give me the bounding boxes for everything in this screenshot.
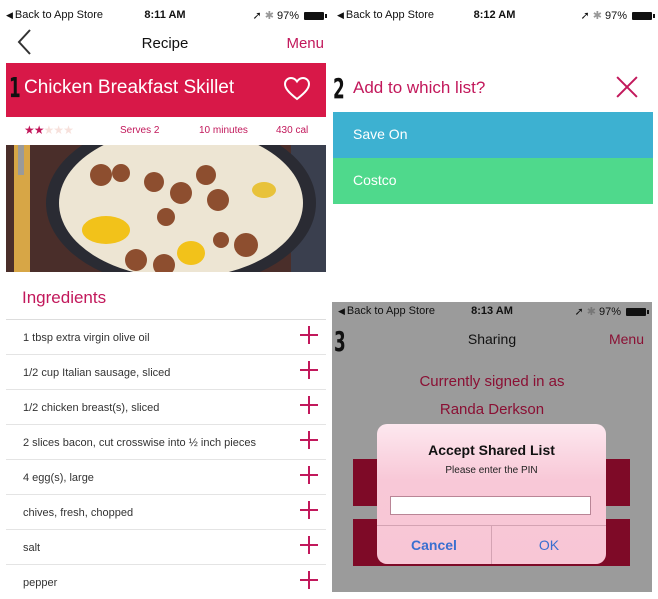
- bluetooth-icon: ✱: [586, 306, 596, 318]
- user-name: Randa Derkson: [439, 401, 545, 418]
- status-right: ➚ ✱ 97%: [574, 305, 649, 318]
- star-filled-icon: ★: [33, 123, 45, 137]
- ingredient-row: 2 slices bacon, cut crosswise into ½ inc…: [6, 425, 326, 460]
- status-bar: ◀ Back to App Store 8:11 AM ➚ ✱ 97%: [0, 0, 330, 30]
- ingredient-text: 4 egg(s), large: [23, 472, 94, 484]
- ingredient-row: pepper: [6, 565, 326, 599]
- ok-button[interactable]: OK: [491, 526, 606, 564]
- star-empty-icon: ★: [53, 123, 64, 137]
- ingredient-row: 1 tbsp extra virgin olive oil: [6, 320, 326, 355]
- add-ingredient-plus-icon[interactable]: [300, 396, 318, 414]
- favorite-heart-icon[interactable]: [283, 76, 311, 106]
- list-option-label: Costco: [353, 172, 397, 188]
- ingredient-text: 1/2 chicken breast(s), sliced: [23, 402, 160, 414]
- add-to-list-title: Add to which list?: [353, 78, 486, 97]
- recipe-photo: [6, 145, 326, 272]
- signed-in-label: Currently signed in as: [419, 373, 565, 390]
- recipe-title: Chicken Breakfast Skillet: [24, 77, 235, 98]
- star-empty-icon: ★: [63, 123, 74, 137]
- ingredient-text: salt: [23, 542, 41, 554]
- alert-message: Please enter the PIN: [445, 465, 538, 476]
- add-to-list-screen: ◀ Back to App Store 8:12 AM ➚ ✱ 97% 2 Add…: [331, 0, 658, 298]
- battery-icon: [626, 307, 649, 316]
- list-option-costco[interactable]: Costco: [333, 158, 653, 204]
- location-icon: ➚: [580, 10, 590, 22]
- ingredient-row: chives, fresh, chopped: [6, 495, 326, 530]
- battery-percent: 97%: [598, 305, 621, 318]
- menu-button[interactable]: Menu: [286, 35, 324, 52]
- serves: Serves 2: [120, 125, 160, 136]
- add-ingredient-plus-icon[interactable]: [300, 536, 318, 554]
- cook-time: 10 minutes: [199, 125, 248, 136]
- list-option-save-on[interactable]: Save On: [333, 112, 653, 158]
- sharing-screen: ◀ Back to App Store 8:13 AM ➚ ✱ 97% 3 Sha…: [332, 302, 652, 592]
- add-ingredient-plus-icon[interactable]: [300, 361, 318, 379]
- bluetooth-icon: ✱: [264, 10, 274, 22]
- nav-title: Recipe: [141, 35, 189, 52]
- location-icon: ➚: [252, 10, 262, 22]
- menu-button[interactable]: Menu: [609, 331, 644, 347]
- accept-shared-list-alert: Accept Shared List Please enter the PIN …: [377, 424, 606, 564]
- star-filled-icon: ★: [24, 123, 35, 137]
- battery-icon: [304, 11, 327, 20]
- ingredient-text: chives, fresh, chopped: [23, 507, 134, 519]
- add-ingredient-plus-icon[interactable]: [300, 326, 318, 344]
- calories: 430 cal: [276, 125, 309, 136]
- ingredient-row: 4 egg(s), large: [6, 460, 326, 495]
- bluetooth-icon: ✱: [592, 10, 602, 22]
- ingredients-list: 1 tbsp extra virgin olive oil 1/2 cup Ita…: [6, 319, 326, 599]
- status-right: ➚ ✱ 97%: [252, 9, 327, 22]
- battery-percent: 97%: [276, 9, 299, 22]
- battery-percent: 97%: [604, 9, 627, 22]
- ingredient-row: 1/2 chicken breast(s), sliced: [6, 390, 326, 425]
- list-option-label: Save On: [353, 126, 408, 142]
- recipe-screen: ◀ Back to App Store 8:11 AM ➚ ✱ 97% Recip…: [0, 0, 330, 599]
- add-ingredient-plus-icon[interactable]: [300, 466, 318, 484]
- add-ingredient-plus-icon[interactable]: [300, 431, 318, 449]
- star-rating: ★★★★★: [24, 123, 74, 137]
- cancel-button[interactable]: Cancel: [377, 526, 491, 564]
- step-number: 1: [9, 71, 21, 104]
- ingredient-text: pepper: [23, 577, 58, 589]
- ingredient-text: 1/2 cup Italian sausage, sliced: [23, 367, 171, 379]
- ingredients-heading: Ingredients: [22, 288, 107, 307]
- nav-bar: Recipe Menu: [0, 28, 330, 60]
- recipe-meta: ★★★★★ Serves 2 10 minutes 430 cal: [0, 122, 330, 140]
- ingredient-row: 1/2 cup Italian sausage, sliced: [6, 355, 326, 390]
- alert-buttons: Cancel OK: [377, 525, 606, 564]
- pin-input[interactable]: [390, 496, 591, 515]
- ingredient-row: salt: [6, 530, 326, 565]
- ingredient-text: 2 slices bacon, cut crosswise into ½ inc…: [23, 437, 256, 449]
- alert-title: Accept Shared List: [428, 442, 555, 458]
- battery-icon: [632, 11, 655, 20]
- step-number: 2: [333, 72, 345, 105]
- star-empty-icon: ★: [43, 123, 55, 137]
- add-ingredient-plus-icon[interactable]: [300, 571, 318, 589]
- recipe-header: 1 Chicken Breakfast Skillet: [6, 63, 326, 117]
- ingredient-text: 1 tbsp extra virgin olive oil: [23, 332, 150, 344]
- status-right: ➚ ✱ 97%: [580, 9, 655, 22]
- location-icon: ➚: [574, 306, 584, 318]
- status-bar: ◀ Back to App Store 8:12 AM ➚ ✱ 97%: [331, 0, 658, 30]
- status-bar: ◀ Back to App Store 8:13 AM ➚ ✱ 97%: [332, 302, 652, 326]
- close-icon[interactable]: [616, 76, 638, 98]
- nav-title: Sharing: [467, 331, 517, 347]
- add-ingredient-plus-icon[interactable]: [300, 501, 318, 519]
